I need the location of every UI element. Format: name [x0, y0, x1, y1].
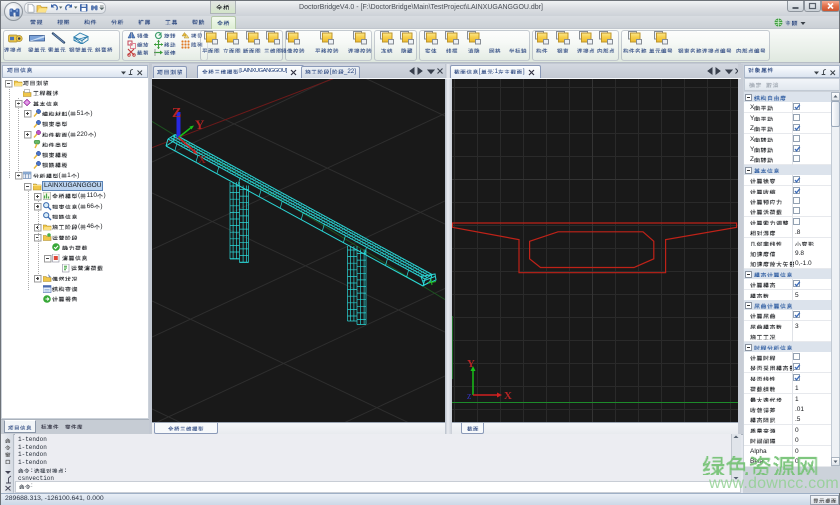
svg-text:Z: Z — [172, 106, 181, 121]
svg-text:Y: Y — [467, 358, 475, 370]
svg-text:X: X — [504, 390, 512, 402]
svg-text:X: X — [198, 154, 206, 166]
svg-text:Y: Y — [195, 117, 205, 132]
svg-text:Z: Z — [467, 393, 471, 401]
